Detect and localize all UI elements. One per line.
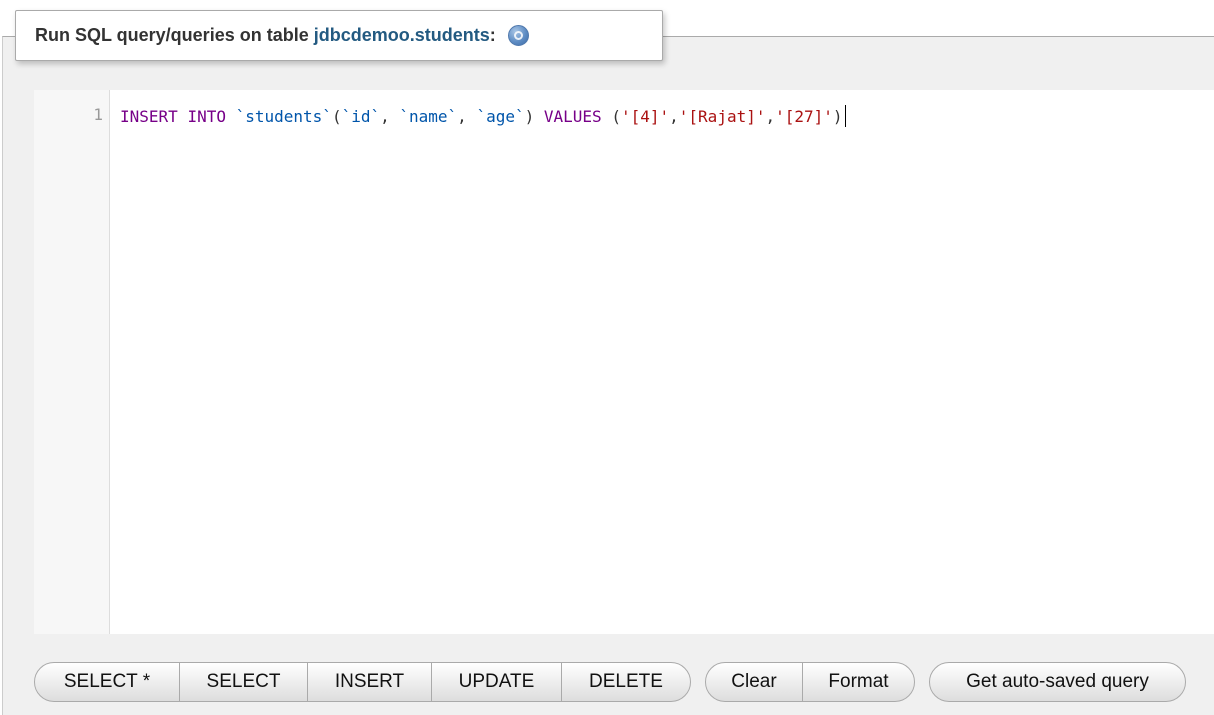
clear-button[interactable]: Clear (706, 663, 802, 701)
update-button[interactable]: UPDATE (431, 663, 561, 701)
token-open-paren: ( (611, 107, 621, 126)
sql-editor[interactable]: 1 INSERT INTO `students`(`id`, `name`, `… (34, 90, 1214, 634)
legend-prefix: Run SQL query/queries on table (35, 25, 309, 45)
token-open-paren: ( (331, 107, 342, 126)
token-comma: , (457, 107, 477, 126)
help-circle-icon[interactable] (507, 25, 529, 46)
line-number-gutter: 1 (34, 90, 110, 634)
legend-table-name[interactable]: jdbcdemoo.students (314, 25, 490, 46)
token-keyword-values: VALUES (543, 107, 602, 126)
token-keyword-insert: INSERT (120, 107, 178, 126)
token-column-age: `age` (476, 107, 525, 126)
token-comma: , (380, 107, 400, 126)
token-comma: , (669, 107, 679, 126)
query-template-button-group: SELECT * SELECT INSERT UPDATE DELETE (34, 662, 691, 702)
token-column-name: `name` (399, 107, 458, 126)
format-button[interactable]: Format (802, 663, 914, 701)
select-button[interactable]: SELECT (179, 663, 307, 701)
token-column-id: `id` (341, 107, 381, 126)
token-string-value: '[Rajat]' (678, 107, 766, 126)
text-cursor (844, 105, 846, 127)
delete-button[interactable]: DELETE (561, 663, 690, 701)
token-close-paren: ) (832, 107, 843, 126)
select-star-button[interactable]: SELECT * (35, 663, 179, 701)
code-line[interactable]: INSERT INTO `students`(`id`, `name`, `ag… (120, 105, 846, 127)
query-legend: Run SQL query/queries on table jdbcdemoo… (15, 10, 663, 61)
token-string-value: '[27]' (775, 107, 833, 126)
insert-button[interactable]: INSERT (307, 663, 431, 701)
token-keyword-into: INTO (187, 107, 226, 126)
token-close-paren: ) (524, 107, 535, 126)
editor-action-button-group: Clear Format (705, 662, 915, 702)
get-auto-saved-query-button[interactable]: Get auto-saved query (930, 663, 1185, 701)
token-string-value: '[4]' (620, 107, 670, 126)
auto-saved-button-group: Get auto-saved query (929, 662, 1186, 702)
legend-colon: : (489, 25, 496, 45)
token-comma: , (765, 107, 776, 126)
sql-query-panel: Run SQL query/queries on table jdbcdemoo… (0, 0, 1214, 715)
token-table-name: `students` (235, 107, 332, 126)
line-number: 1 (93, 105, 103, 124)
